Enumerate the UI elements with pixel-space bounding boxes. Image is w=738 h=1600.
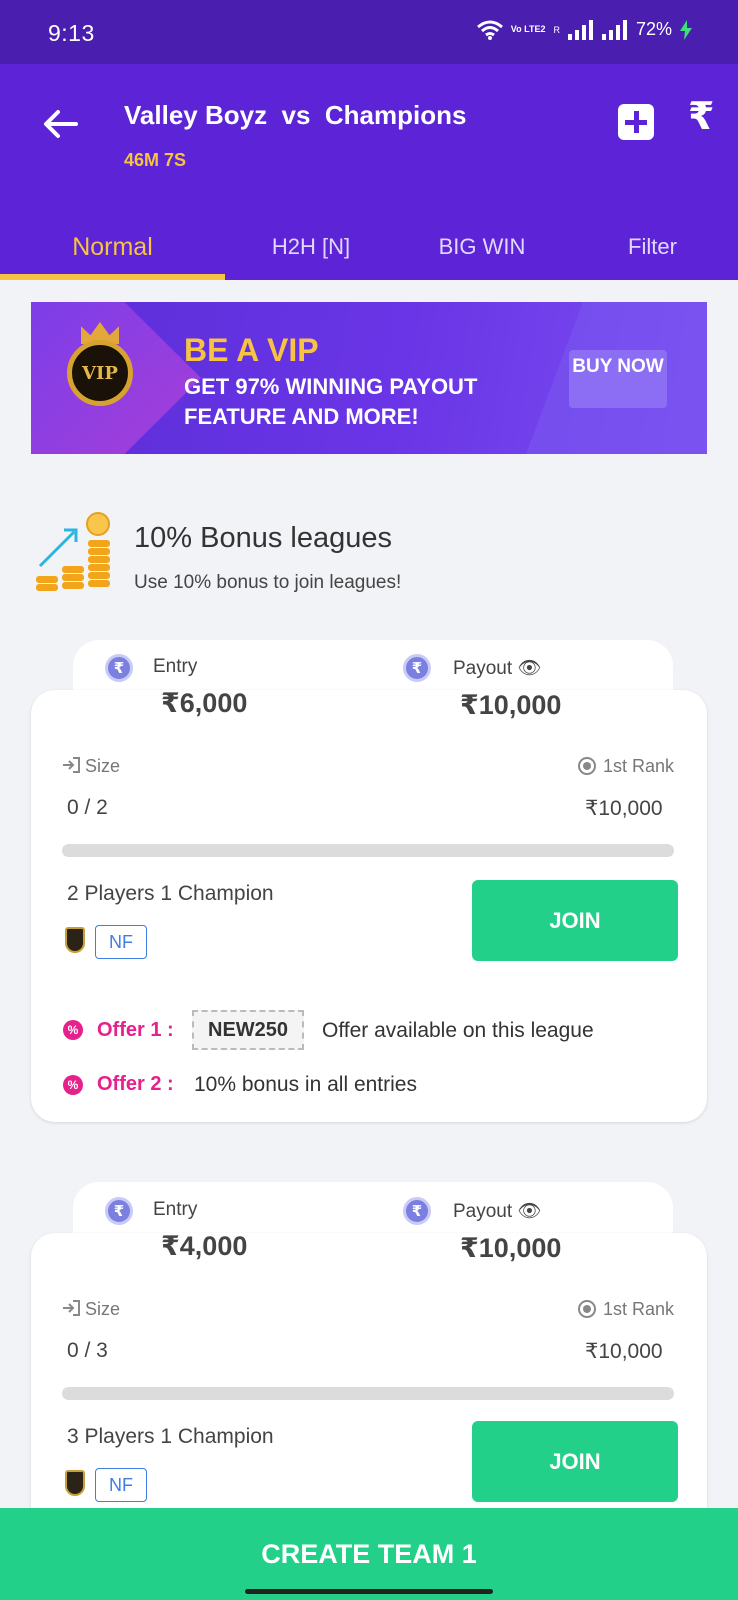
entry-coin-icon: ₹ bbox=[105, 1197, 133, 1225]
size-label: Size bbox=[85, 1299, 121, 1319]
size-value: 0 / 2 bbox=[67, 796, 108, 819]
wifi-icon bbox=[476, 20, 503, 40]
size-label: Size bbox=[85, 756, 121, 776]
charging-icon bbox=[680, 19, 692, 40]
offer-2-label: Offer 2 : bbox=[97, 1073, 174, 1095]
banner-subline: GET 97% WINNING PAYOUT FEATURE AND MORE! bbox=[184, 374, 478, 429]
contest-card[interactable]: ₹ Entry ₹6,000 ₹ Payout 👁 ₹10,000 Size 0… bbox=[31, 654, 707, 1122]
entry-label: Entry bbox=[153, 1199, 198, 1220]
payout-amount: ₹10,000 bbox=[460, 690, 562, 720]
rank-value: ₹10,000 bbox=[585, 797, 663, 820]
signal-icon-2 bbox=[601, 19, 627, 40]
fill-progress-bar bbox=[62, 1387, 674, 1400]
bonus-leagues-subtitle: Use 10% bonus to join leagues! bbox=[134, 572, 402, 593]
banner-headline: BE A VIP bbox=[184, 332, 319, 368]
tab-filter[interactable]: Filter bbox=[567, 214, 738, 280]
status-bar: 9:13 Vo LTE2 R 72% bbox=[0, 0, 738, 64]
tab-big-win-label: BIG WIN bbox=[438, 234, 526, 259]
offer-badge-icon: % bbox=[63, 1075, 83, 1095]
join-button[interactable]: JOIN bbox=[472, 880, 678, 961]
entry-amount: ₹6,000 bbox=[161, 688, 248, 718]
battery-percent: 72% bbox=[635, 19, 672, 39]
signal-icon bbox=[567, 19, 593, 40]
tab-normal[interactable]: Normal bbox=[0, 214, 225, 280]
contest-card[interactable]: ₹ Entry ₹4,000 ₹ Payout 👁 ₹10,000 Size 0… bbox=[31, 1197, 707, 1533]
tab-normal-label: Normal bbox=[72, 232, 153, 261]
offer-1-text: Offer available on this league bbox=[322, 1019, 594, 1042]
team-shield-icon bbox=[65, 927, 85, 953]
entry-coin-icon: ₹ bbox=[105, 654, 133, 682]
back-arrow-icon[interactable] bbox=[40, 104, 80, 144]
payout-coin-icon: ₹ bbox=[403, 654, 431, 682]
payout-amount: ₹10,000 bbox=[460, 1233, 562, 1263]
vip-banner[interactable]: VIP BE A VIP GET 97% WINNING PAYOUT FEAT… bbox=[31, 302, 707, 454]
size-icon bbox=[63, 1300, 80, 1316]
vip-badge-icon: VIP bbox=[67, 340, 133, 406]
countdown-timer: 46M 7S bbox=[124, 150, 187, 170]
roaming-indicator: R bbox=[553, 24, 560, 35]
buy-now-button[interactable]: BUY NOW bbox=[569, 350, 667, 408]
team-shield-icon bbox=[65, 1470, 85, 1496]
offer-code[interactable]: NEW250 bbox=[192, 1010, 305, 1050]
rank-label: 1st Rank bbox=[603, 1299, 675, 1319]
entry-label: Entry bbox=[153, 656, 198, 677]
payout-coin-icon: ₹ bbox=[403, 1197, 431, 1225]
home-indicator bbox=[245, 1589, 493, 1594]
offer-2-text: 10% bonus in all entries bbox=[194, 1073, 417, 1096]
add-team-button[interactable] bbox=[618, 104, 654, 140]
join-button[interactable]: JOIN bbox=[472, 1421, 678, 1502]
status-icons: Vo LTE2 R 72% bbox=[476, 19, 692, 40]
payout-label: Payout 👁 bbox=[453, 1201, 542, 1222]
tab-big-win[interactable]: BIG WIN bbox=[397, 214, 567, 280]
tab-h2h[interactable]: H2H [N] bbox=[225, 214, 397, 280]
size-icon bbox=[63, 757, 80, 773]
size-value: 0 / 3 bbox=[67, 1339, 108, 1362]
app-header: Valley Boyz vs Champions 46M 7S ₹ Normal… bbox=[0, 64, 738, 280]
volte-icon: Vo LTE2 bbox=[510, 24, 546, 34]
nf-tag: NF bbox=[95, 925, 147, 959]
offer-1-label: Offer 1 : bbox=[97, 1019, 174, 1041]
status-time: 9:13 bbox=[48, 20, 95, 46]
active-tab-indicator bbox=[0, 274, 225, 280]
tab-filter-label: Filter bbox=[628, 234, 677, 259]
rank-medal-icon bbox=[578, 757, 596, 775]
create-team-button[interactable]: CREATE TEAM 1 bbox=[0, 1508, 738, 1600]
contest-description: 2 Players 1 Champion bbox=[67, 882, 274, 905]
bonus-coins-icon bbox=[36, 512, 110, 591]
match-title: Valley Boyz vs Champions bbox=[124, 100, 467, 130]
rank-medal-icon bbox=[578, 1300, 596, 1318]
rank-label: 1st Rank bbox=[603, 756, 675, 776]
payout-label: Payout 👁 bbox=[453, 658, 542, 679]
tab-h2h-label: H2H [N] bbox=[271, 234, 351, 259]
fill-progress-bar bbox=[62, 844, 674, 857]
entry-amount: ₹4,000 bbox=[161, 1231, 248, 1261]
bonus-leagues-title: 10% Bonus leagues bbox=[134, 522, 392, 554]
offer-badge-icon: % bbox=[63, 1020, 83, 1040]
contest-tabs: Normal H2H [N] BIG WIN Filter bbox=[0, 214, 738, 280]
nf-tag: NF bbox=[95, 1468, 147, 1502]
rank-value: ₹10,000 bbox=[585, 1340, 663, 1363]
contest-description: 3 Players 1 Champion bbox=[67, 1425, 274, 1448]
wallet-rupee-icon[interactable]: ₹ bbox=[688, 94, 714, 139]
